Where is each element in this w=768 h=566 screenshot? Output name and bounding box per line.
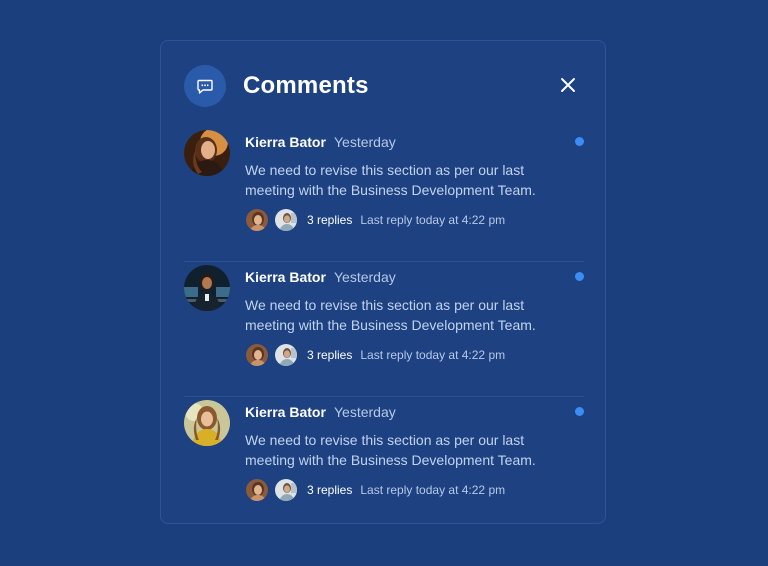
replies-row[interactable]: 3 replies Last reply today at 4:22 pm — [245, 207, 505, 233]
comment-time: Yesterday — [334, 404, 396, 420]
close-icon — [561, 78, 575, 92]
comment-author[interactable]: Kierra Bator — [245, 404, 326, 420]
comments-panel: Comments Kierra Bator Yesterday We need … — [160, 40, 606, 524]
reply-count[interactable]: 3 replies — [307, 348, 352, 362]
close-button[interactable] — [555, 72, 581, 98]
reply-count[interactable]: 3 replies — [307, 213, 352, 227]
last-reply-time: Last reply today at 4:22 pm — [360, 213, 506, 227]
comment-time: Yesterday — [334, 134, 396, 150]
comment-author[interactable]: Kierra Bator — [245, 269, 326, 285]
unread-indicator — [575, 407, 584, 416]
replies-row[interactable]: 3 replies Last reply today at 4:22 pm — [245, 342, 505, 368]
comments-list: Kierra Bator Yesterday We need to revise… — [184, 127, 584, 531]
reply-avatar — [245, 343, 269, 367]
last-reply-time: Last reply today at 4:22 pm — [360, 483, 506, 497]
comment-message: We need to revise this section as per ou… — [245, 297, 536, 333]
comment-item[interactable]: Kierra Bator Yesterday We need to revise… — [184, 127, 584, 262]
unread-indicator — [575, 137, 584, 146]
comment-message: We need to revise this section as per ou… — [245, 162, 536, 198]
panel-title: Comments — [243, 72, 369, 99]
reply-avatar — [245, 208, 269, 232]
last-reply-time: Last reply today at 4:22 pm — [360, 348, 506, 362]
chat-icon — [184, 65, 226, 107]
panel-header: Comments — [161, 41, 605, 131]
replies-row[interactable]: 3 replies Last reply today at 4:22 pm — [245, 477, 505, 503]
comment-author[interactable]: Kierra Bator — [245, 134, 326, 150]
reply-count[interactable]: 3 replies — [307, 483, 352, 497]
comment-message: We need to revise this section as per ou… — [245, 432, 536, 468]
unread-indicator — [575, 272, 584, 281]
reply-avatar — [245, 478, 269, 502]
comment-item[interactable]: Kierra Bator Yesterday We need to revise… — [184, 397, 584, 531]
comment-item[interactable]: Kierra Bator Yesterday We need to revise… — [184, 262, 584, 397]
avatar[interactable] — [184, 130, 230, 176]
reply-avatar — [274, 208, 298, 232]
avatar[interactable] — [184, 265, 230, 311]
reply-avatar — [274, 478, 298, 502]
reply-avatar — [274, 343, 298, 367]
avatar[interactable] — [184, 400, 230, 446]
comment-time: Yesterday — [334, 269, 396, 285]
